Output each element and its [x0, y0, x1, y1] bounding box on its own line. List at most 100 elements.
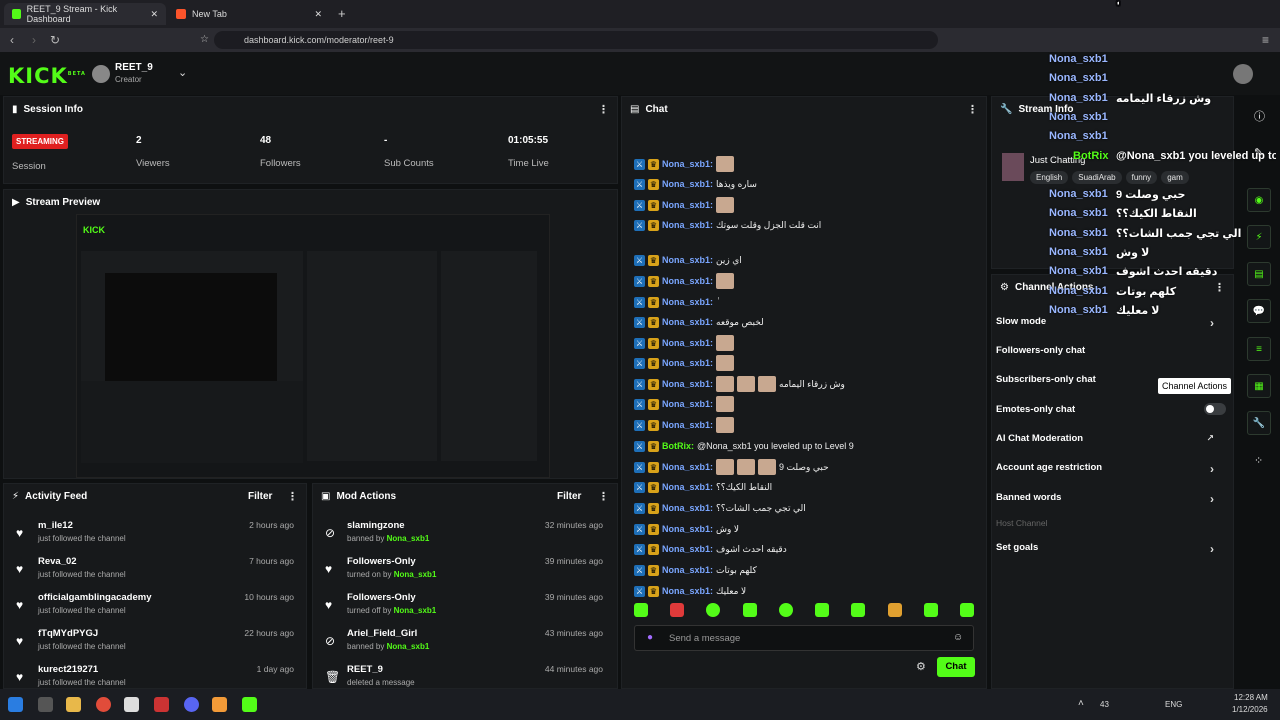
url-field[interactable]: dashboard.kick.com/moderator/reet-9: [214, 31, 938, 49]
bookmark-icon[interactable]: ☆: [200, 33, 209, 47]
emote-icon[interactable]: [778, 603, 793, 617]
apps-icon[interactable]: ⁘: [1254, 454, 1263, 467]
action-banned-words[interactable]: Banned words ›: [996, 492, 1226, 506]
chat-username[interactable]: Nona_sxb1:: [662, 420, 713, 430]
wrench-icon: 🔧: [1000, 104, 1013, 115]
filter-button[interactable]: Filter: [248, 491, 272, 502]
language-indicator[interactable]: ENG: [1165, 700, 1182, 709]
emote-icon[interactable]: [851, 603, 866, 617]
chat-username[interactable]: Nona_sxb1:: [662, 482, 713, 492]
chat-username[interactable]: Nona_sxb1:: [662, 399, 713, 409]
send-chat-button[interactable]: Chat: [937, 657, 975, 677]
file-explorer-icon[interactable]: [66, 697, 81, 712]
more-options-icon[interactable]: ⋮: [598, 103, 609, 116]
filter-button[interactable]: Filter: [557, 491, 581, 502]
discord-icon[interactable]: [184, 697, 199, 712]
status-badge: STREAMING: [12, 134, 68, 149]
action-emotes-only[interactable]: Emotes-only chat: [996, 403, 1226, 415]
moderator-badge-icon: ⚔: [634, 585, 645, 597]
crown-badge-icon: ♛: [648, 275, 659, 287]
close-tab-icon[interactable]: ✕: [314, 9, 322, 20]
profile-avatar[interactable]: [1233, 64, 1253, 84]
emotes-only-toggle[interactable]: [1204, 403, 1226, 415]
chat-username[interactable]: Nona_sxb1:: [662, 317, 713, 327]
emote-icon[interactable]: [887, 603, 902, 617]
chat-icon: ▤: [630, 104, 640, 115]
forward-icon[interactable]: ›: [32, 33, 36, 47]
chat-input[interactable]: ● Send a message ☺: [634, 625, 974, 651]
reload-icon[interactable]: ↻: [50, 33, 60, 47]
clock-time[interactable]: 12:28 AM: [1234, 693, 1268, 702]
chat-username[interactable]: Nona_sxb1:: [662, 179, 713, 189]
task-view-icon[interactable]: [38, 697, 53, 712]
brave-favicon-icon: [176, 9, 186, 19]
kick-logo[interactable]: KICKBETA: [8, 64, 86, 88]
avatar[interactable]: [92, 65, 110, 83]
emote-icon[interactable]: [959, 603, 974, 617]
notepad-icon[interactable]: [124, 697, 139, 712]
chat-username[interactable]: Nona_sxb1:: [662, 524, 713, 534]
action-set-goals[interactable]: Set goals ›: [996, 542, 1226, 556]
emote-image: [758, 459, 777, 475]
microphone-icon[interactable]: ●: [647, 632, 653, 643]
chat-username[interactable]: Nona_sxb1:: [662, 586, 713, 596]
chat-username[interactable]: Nona_sxb1:: [662, 544, 713, 554]
emote-icon[interactable]: [923, 603, 938, 617]
emote-icon[interactable]: [670, 603, 685, 617]
heart-icon: ♥: [16, 562, 24, 576]
chat-username[interactable]: Nona_sxb1:: [662, 358, 713, 368]
video-editor-icon[interactable]: [154, 697, 169, 712]
stream-info-panel: 🔧 Stream Info Just Chatting English Suadi…: [991, 96, 1234, 269]
chat-username[interactable]: Nona_sxb1:: [662, 255, 713, 265]
tag-chip[interactable]: funny: [1125, 171, 1158, 184]
stream-video[interactable]: KICK: [76, 214, 550, 478]
emote-icon[interactable]: [634, 603, 648, 617]
chevron-down-icon[interactable]: ⌄: [178, 66, 187, 79]
tag-chip[interactable]: SuadiArab: [1072, 171, 1122, 184]
list-icon[interactable]: ≡: [1247, 337, 1271, 361]
back-icon[interactable]: ‹: [10, 33, 14, 47]
chat-text: لا معليك: [716, 585, 747, 596]
wrench-icon[interactable]: 🔧: [1247, 411, 1271, 435]
chrome-icon[interactable]: [96, 697, 111, 712]
chat-username[interactable]: BotRix:: [662, 441, 694, 451]
chat-username[interactable]: Nona_sxb1:: [662, 200, 713, 210]
info-icon[interactable]: ⓘ: [1254, 108, 1265, 124]
chat-username[interactable]: Nona_sxb1:: [662, 565, 713, 575]
windows-start-icon[interactable]: [8, 697, 23, 712]
clock-date[interactable]: 1/12/2026: [1232, 705, 1268, 714]
action-account-age[interactable]: Account age restriction ›: [996, 462, 1226, 476]
action-ai-moderation[interactable]: AI Chat Moderation ↗: [996, 433, 1226, 444]
tag-chip[interactable]: gam: [1161, 171, 1189, 184]
action-followers-only[interactable]: Followers-only chat: [996, 345, 1226, 356]
emote-icon[interactable]: [742, 603, 757, 617]
menu-icon[interactable]: ≡: [1262, 33, 1269, 47]
more-options-icon[interactable]: ⋮: [967, 103, 978, 116]
more-options-icon[interactable]: ⋮: [598, 490, 609, 503]
chat-username[interactable]: Nona_sxb1:: [662, 503, 713, 513]
chat-username[interactable]: Nona_sxb1:: [662, 159, 713, 169]
emote-icon[interactable]: [815, 603, 830, 617]
chevron-up-icon[interactable]: ˄: [1078, 698, 1084, 709]
chat-username[interactable]: Nona_sxb1:: [662, 462, 713, 472]
chat-username[interactable]: Nona_sxb1:: [662, 338, 713, 348]
emote-icon[interactable]: [706, 603, 721, 617]
tab-new-tab[interactable]: New Tab ✕: [168, 3, 330, 25]
action-slow-mode[interactable]: Slow mode ›: [996, 316, 1226, 330]
tab-kick-dashboard[interactable]: REET_9 Stream - Kick Dashboard ✕: [4, 3, 166, 25]
chat-username[interactable]: Nona_sxb1:: [662, 220, 713, 230]
emote-image: [716, 355, 735, 371]
crown-badge-icon: ♛: [648, 296, 659, 308]
channel-actions-icon[interactable]: ▦: [1247, 374, 1271, 398]
chat-username[interactable]: Nona_sxb1:: [662, 297, 713, 307]
close-tab-icon[interactable]: ✕: [150, 9, 158, 20]
kick-app-icon[interactable]: [242, 697, 257, 712]
app-icon[interactable]: [212, 697, 227, 712]
more-options-icon[interactable]: ⋮: [287, 490, 298, 503]
tag-chip[interactable]: English: [1030, 171, 1069, 184]
chat-username[interactable]: Nona_sxb1:: [662, 379, 713, 389]
chat-username[interactable]: Nona_sxb1:: [662, 276, 713, 286]
emoji-icon[interactable]: ☺: [953, 632, 963, 643]
settings-gear-icon[interactable]: ⚙: [916, 660, 926, 673]
new-tab-plus-icon[interactable]: +: [338, 6, 346, 21]
